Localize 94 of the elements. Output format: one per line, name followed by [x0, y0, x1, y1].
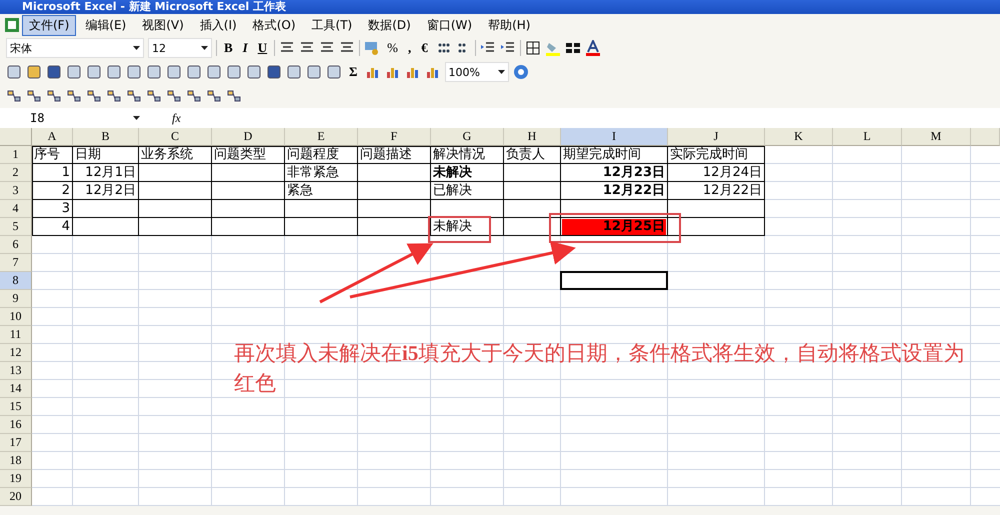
menu-item[interactable]: 编辑(E)	[78, 14, 134, 36]
font-dropdown[interactable]: 宋体	[6, 38, 144, 58]
column-header[interactable]: C	[139, 128, 212, 146]
table-cell: 12月25日	[562, 218, 666, 234]
table-cell: 解决情况	[432, 146, 486, 162]
row-header[interactable]: 9	[0, 290, 32, 308]
table-cell: 12月2日	[84, 182, 137, 198]
column-header[interactable]: A	[32, 128, 73, 146]
table-cell: 业务系统	[140, 146, 194, 162]
row-header[interactable]: 3	[0, 182, 32, 200]
row-header[interactable]: 17	[0, 434, 32, 452]
column-header[interactable]: I	[561, 128, 668, 146]
row-header[interactable]: 7	[0, 254, 32, 272]
table-cell: 日期	[74, 146, 102, 162]
comma-button[interactable]: ,	[404, 40, 414, 56]
menu-item[interactable]: 视图(V)	[135, 14, 191, 36]
column-header[interactable]: M	[902, 128, 971, 146]
table-cell: 非常紧急	[286, 164, 340, 180]
menu-item[interactable]: 文件(F)	[22, 14, 76, 36]
euro-button[interactable]: €	[418, 40, 431, 56]
row-header[interactable]: 14	[0, 380, 32, 398]
row-header[interactable]: 11	[0, 326, 32, 344]
table-cell: 12月22日	[602, 182, 666, 198]
table-cell: 未解决	[432, 164, 473, 180]
menu-item[interactable]: 插入(I)	[192, 14, 244, 36]
bold-button[interactable]: B	[221, 40, 236, 56]
column-header[interactable]: L	[833, 128, 902, 146]
name-box[interactable]: I8	[0, 111, 146, 125]
annotation-text: 再次填入未解决在i5填充大于今天的日期，条件格式将生效，自动将格式设置为红色	[234, 340, 966, 397]
table-cell: 4	[60, 218, 71, 234]
help-icon[interactable]	[512, 64, 528, 80]
grid-icon[interactable]	[564, 40, 581, 56]
menu-item[interactable]: 数据(D)	[361, 14, 418, 36]
column-header[interactable]: E	[285, 128, 358, 146]
table-cell: 问题程度	[286, 146, 340, 162]
menu-item[interactable]: 帮助(H)	[481, 14, 538, 36]
fill-color-icon[interactable]	[544, 40, 561, 56]
column-header[interactable]: G	[431, 128, 504, 146]
row-header[interactable]: 10	[0, 308, 32, 326]
autosum-button[interactable]: Σ	[346, 64, 360, 80]
caret-icon[interactable]	[133, 46, 140, 50]
menu-item[interactable]: 格式(O)	[246, 14, 303, 36]
table-cell: 未解决	[432, 218, 473, 234]
table-cell: 12月24日	[702, 164, 763, 180]
zoom-dropdown[interactable]: 100%	[444, 62, 508, 82]
row-header[interactable]: 4	[0, 200, 32, 218]
table-cell: 12月1日	[84, 164, 137, 180]
column-header[interactable]: D	[212, 128, 285, 146]
row-header[interactable]: 18	[0, 452, 32, 470]
row-header[interactable]: 1	[0, 146, 32, 164]
underline-button[interactable]: U	[254, 40, 270, 56]
function-label[interactable]: fx	[172, 110, 181, 126]
table-cell: 1	[60, 164, 71, 180]
callout-frame	[428, 216, 491, 243]
caret-icon[interactable]	[133, 116, 140, 120]
row-header[interactable]: 16	[0, 416, 32, 434]
column-header[interactable]: J	[668, 128, 765, 146]
table-cell: 实际完成时间	[669, 146, 749, 162]
table-cell: 12月23日	[602, 164, 666, 180]
table-cell: 紧急	[286, 182, 314, 198]
menu-item[interactable]: 工具(T)	[304, 14, 360, 36]
row-header[interactable]: 13	[0, 362, 32, 380]
caret-icon[interactable]	[498, 70, 504, 74]
row-header[interactable]: 8	[0, 272, 32, 290]
table-cell: 3	[60, 200, 71, 216]
column-header[interactable]: H	[504, 128, 561, 146]
table-cell: 问题类型	[213, 146, 267, 162]
table-cell: 期望完成时间	[562, 146, 642, 162]
table-cell: 2	[60, 182, 71, 198]
table-cell: 已解决	[432, 182, 473, 198]
row-header[interactable]: 15	[0, 398, 32, 416]
column-header[interactable]: B	[73, 128, 139, 146]
row-header[interactable]: 5	[0, 218, 32, 236]
italic-button[interactable]: I	[240, 40, 251, 56]
font-size-dropdown[interactable]: 12	[148, 38, 212, 58]
column-header[interactable]: K	[765, 128, 833, 146]
font-color-icon[interactable]	[584, 40, 601, 56]
row-header[interactable]: 2	[0, 164, 32, 182]
row-header[interactable]: 19	[0, 470, 32, 488]
menu-item[interactable]: 窗口(W)	[420, 14, 480, 36]
table-cell: 问题描述	[359, 146, 413, 162]
table-cell: 12月22日	[702, 182, 763, 198]
column-header[interactable]: F	[358, 128, 431, 146]
row-header[interactable]: 20	[0, 488, 32, 506]
percent-button[interactable]: %	[384, 40, 401, 56]
window-title: Microsoft Excel - 新建 Microsoft Excel 工作表	[22, 1, 286, 13]
table-cell: 负责人	[505, 146, 546, 162]
active-cell-border[interactable]	[560, 271, 668, 290]
spreadsheet-icon[interactable]	[4, 17, 20, 33]
row-header[interactable]: 6	[0, 236, 32, 254]
caret-icon[interactable]	[201, 46, 208, 50]
borders-icon[interactable]	[524, 40, 541, 56]
row-header[interactable]: 12	[0, 344, 32, 362]
table-cell: 序号	[33, 146, 61, 162]
